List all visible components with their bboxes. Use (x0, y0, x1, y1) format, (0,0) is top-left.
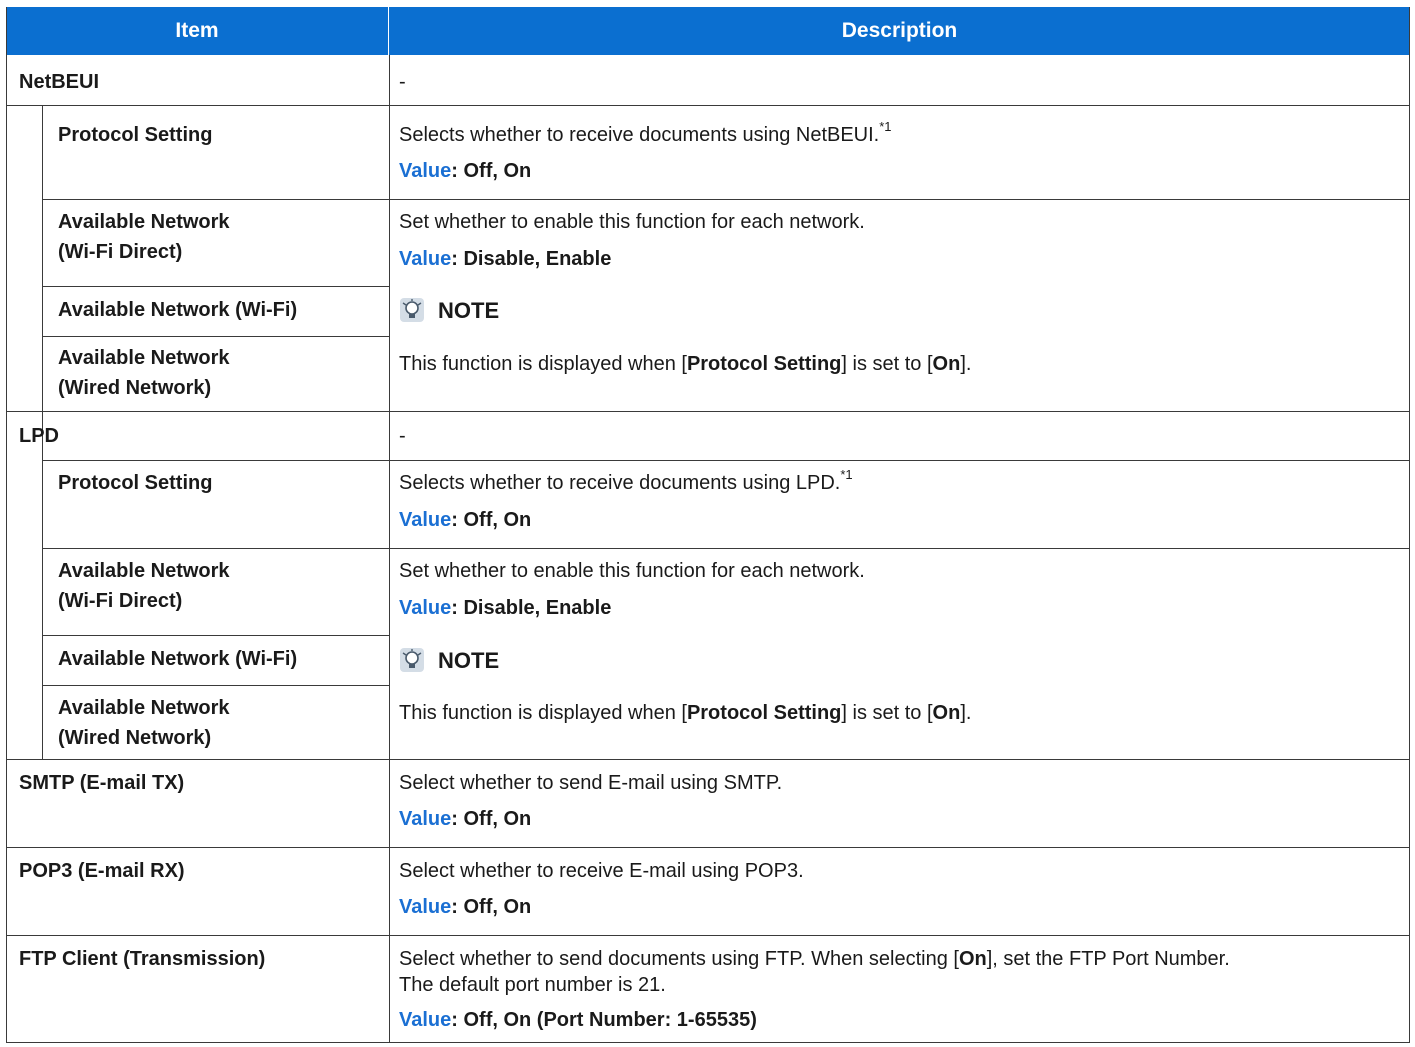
row-divider (42, 548, 1410, 549)
value-ftp-client: Value: Off, On (Port Number: 1-65535) (399, 1009, 757, 1031)
value-netbeui-available-network: Value: Disable, Enable (399, 248, 612, 270)
item-netbeui-available-wired: Available Network (Wired Network) (58, 347, 230, 399)
table-border-right (1409, 7, 1410, 1043)
item-netbeui-available-wifi-direct: Available Network (Wi-Fi Direct) (58, 211, 230, 263)
desc-netbeui-available-network: Set whether to enable this function for … (399, 211, 865, 233)
value-lpd-available-network: Value: Disable, Enable (399, 597, 612, 619)
desc-lpd: - (399, 425, 406, 447)
footnote-marker: *1 (879, 119, 892, 135)
item-ftp-client: FTP Client (Transmission) (19, 948, 266, 970)
row-divider (6, 411, 1410, 412)
item-lpd: LPD (19, 425, 59, 447)
note-text-lpd: This function is displayed when [Protoco… (399, 702, 972, 724)
row-divider (6, 105, 1410, 106)
item-netbeui: NetBEUI (19, 71, 100, 93)
value-pop3: Value: Off, On (399, 896, 532, 918)
row-divider (6, 935, 1410, 936)
row-divider (42, 685, 389, 686)
row-divider (6, 759, 1410, 760)
item-lpd-available-wifi-direct: Available Network (Wi-Fi Direct) (58, 560, 230, 612)
row-divider (42, 199, 1410, 200)
note-lightbulb-icon (400, 648, 424, 672)
row-divider (6, 847, 1410, 848)
footnote-marker: *1 (840, 467, 853, 483)
desc-netbeui: - (399, 71, 406, 93)
table-border-left (6, 7, 7, 1043)
value-label: Value (399, 160, 452, 182)
desc-lpd-available-network: Set whether to enable this function for … (399, 560, 865, 582)
item-lpd-protocol-setting: Protocol Setting (58, 472, 213, 494)
desc-lpd-protocol-setting: Selects whether to receive documents usi… (399, 467, 853, 494)
settings-table: Item Description NetBEUI - Protocol Sett… (6, 7, 1410, 1043)
desc-ftp-client-line2: The default port number is 21. (399, 974, 666, 996)
row-divider (42, 460, 1410, 461)
item-pop3: POP3 (E-mail RX) (19, 860, 185, 882)
note-heading: NOTE (438, 648, 500, 673)
desc-smtp: Select whether to send E-mail using SMTP… (399, 772, 783, 794)
item-netbeui-available-wifi: Available Network (Wi-Fi) (58, 299, 298, 321)
table-border-bottom (6, 1042, 1410, 1043)
row-divider (42, 336, 389, 337)
item-lpd-available-wifi: Available Network (Wi-Fi) (58, 648, 298, 670)
row-divider (42, 635, 389, 636)
desc-pop3: Select whether to receive E-mail using P… (399, 860, 804, 882)
note-lightbulb-icon (400, 298, 424, 322)
note-text-netbeui: This function is displayed when [Protoco… (399, 353, 972, 375)
item-netbeui-protocol-setting: Protocol Setting (58, 124, 213, 146)
value-lpd-protocol-setting: Value: Off, On (399, 509, 532, 531)
item-smtp: SMTP (E-mail TX) (19, 772, 185, 794)
column-divider (389, 55, 390, 1043)
column-header-description: Description (389, 7, 1410, 55)
desc-netbeui-protocol-setting: Selects whether to receive documents usi… (399, 119, 892, 146)
column-header-item: Item (6, 7, 389, 55)
value-smtp: Value: Off, On (399, 808, 532, 830)
row-divider (42, 286, 389, 287)
item-lpd-available-wired: Available Network (Wired Network) (58, 697, 230, 749)
note-heading: NOTE (438, 298, 500, 323)
value-netbeui-protocol-setting: Value: Off, On (399, 160, 532, 182)
